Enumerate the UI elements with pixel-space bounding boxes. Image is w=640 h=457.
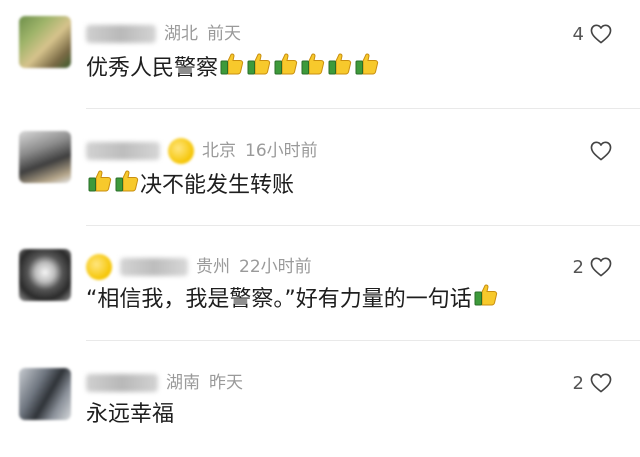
location-label: 北京 bbox=[202, 141, 236, 161]
heart-icon[interactable] bbox=[590, 373, 612, 393]
comment-text-row: 永远幸福 bbox=[86, 398, 174, 432]
timestamp: 22小时前 bbox=[239, 257, 312, 277]
location-label: 贵州 bbox=[196, 257, 230, 277]
like-button[interactable]: 2 bbox=[573, 253, 612, 281]
comment-text: 永远幸福 bbox=[86, 402, 175, 427]
heart-icon[interactable] bbox=[590, 24, 612, 44]
comment-text-row: 决不能发生转账 bbox=[86, 169, 294, 203]
avatar[interactable] bbox=[19, 16, 71, 68]
like-button[interactable]: 2 bbox=[573, 369, 612, 397]
comment-meta: 北京 16小时前 bbox=[86, 137, 327, 165]
avatar[interactable] bbox=[19, 131, 71, 183]
user-badge-icon bbox=[168, 138, 194, 164]
like-button[interactable]: 4 bbox=[573, 20, 612, 48]
comment-text-row: “相信我，我是警察。”好有力量的一句话 bbox=[86, 283, 499, 317]
username-blurred[interactable] bbox=[86, 25, 156, 43]
comment-meta: 湖南 昨天 bbox=[86, 369, 252, 397]
user-badge-icon bbox=[86, 254, 112, 280]
heart-icon[interactable] bbox=[590, 257, 612, 277]
avatar[interactable] bbox=[19, 249, 71, 301]
comment-list: 湖北 前天 4 优秀人民警察 北京 16小时前 决不能发生转账 贵州 22小时前… bbox=[0, 0, 640, 457]
avatar[interactable] bbox=[19, 368, 71, 420]
comment-text: “相信我，我是警察。”好有力量的一句话 bbox=[86, 287, 472, 312]
like-count: 4 bbox=[572, 23, 584, 45]
comment-meta: 贵州 22小时前 bbox=[86, 253, 321, 281]
comment-text: 决不能发生转账 bbox=[140, 173, 295, 198]
location-label: 湖北 bbox=[164, 24, 198, 44]
thumbs-up-emoji-group bbox=[218, 52, 380, 86]
thumbs-up-emoji-group bbox=[86, 169, 140, 203]
comment-meta: 湖北 前天 bbox=[86, 20, 250, 48]
thumbs-up-emoji bbox=[114, 170, 139, 192]
heart-icon[interactable] bbox=[590, 141, 612, 161]
thumbs-up-emoji bbox=[327, 53, 352, 75]
thumbs-up-emoji bbox=[354, 53, 379, 75]
comment-item[interactable]: 湖北 前天 4 优秀人民警察 bbox=[0, 0, 640, 108]
comment-text: 优秀人民警察 bbox=[86, 56, 219, 81]
comment-item[interactable]: 北京 16小时前 决不能发生转账 bbox=[0, 109, 640, 225]
location-label: 湖南 bbox=[166, 373, 200, 393]
thumbs-up-emoji-group bbox=[472, 283, 499, 317]
timestamp: 前天 bbox=[207, 24, 241, 44]
thumbs-up-emoji bbox=[219, 53, 244, 75]
comment-item[interactable]: 湖南 昨天 2 永远幸福 bbox=[0, 341, 640, 457]
username-blurred[interactable] bbox=[86, 374, 158, 392]
username-blurred[interactable] bbox=[86, 142, 160, 160]
comment-item[interactable]: 贵州 22小时前 2 “相信我，我是警察。”好有力量的一句话 bbox=[0, 226, 640, 340]
thumbs-up-emoji bbox=[246, 53, 271, 75]
like-count: 2 bbox=[572, 372, 584, 394]
thumbs-up-emoji bbox=[473, 284, 498, 306]
like-button[interactable] bbox=[584, 137, 612, 165]
thumbs-up-emoji bbox=[273, 53, 298, 75]
username-blurred[interactable] bbox=[120, 258, 188, 276]
timestamp: 16小时前 bbox=[245, 141, 318, 161]
comment-text-row: 优秀人民警察 bbox=[86, 52, 380, 86]
thumbs-up-emoji bbox=[87, 170, 112, 192]
timestamp: 昨天 bbox=[209, 373, 243, 393]
thumbs-up-emoji bbox=[300, 53, 325, 75]
like-count: 2 bbox=[572, 256, 584, 278]
